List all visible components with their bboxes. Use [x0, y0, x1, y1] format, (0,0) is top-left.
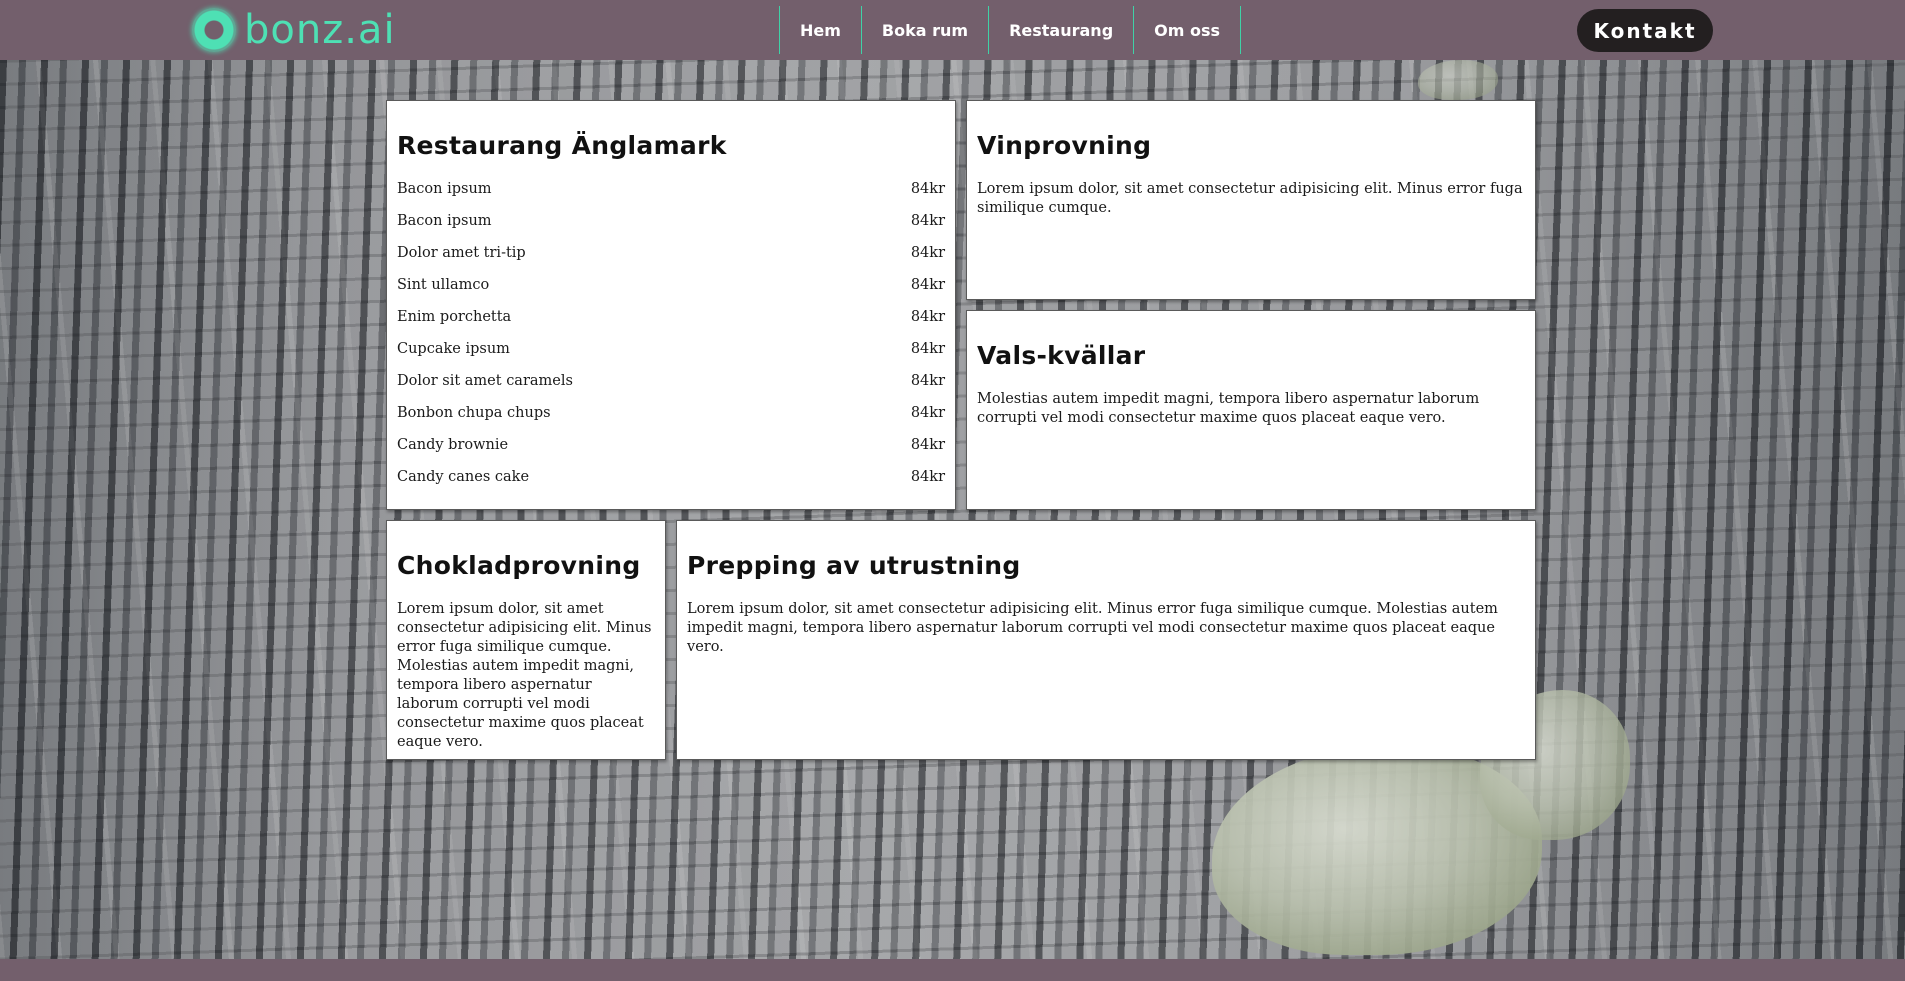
- menu-item-price: 84kr: [910, 213, 945, 229]
- nav-item-boka-rum[interactable]: Boka rum: [862, 6, 990, 54]
- nav-item-hem[interactable]: Hem: [780, 6, 862, 54]
- menu-item-price: 84kr: [910, 437, 945, 453]
- menu-item-name: Bonbon chupa chups: [397, 405, 551, 421]
- vals-text: Molestias autem impedit magni, tempora l…: [977, 391, 1480, 426]
- menu-item-name: Dolor sit amet caramels: [397, 373, 573, 389]
- menu-item: Dolor sit amet caramels 84kr: [397, 365, 945, 397]
- menu-item-name: Cupcake ipsum: [397, 341, 510, 357]
- logo[interactable]: bonz.ai: [192, 6, 396, 54]
- choklad-card: Chokladprovning Lorem ipsum dolor, sit a…: [386, 520, 666, 760]
- menu-item: Candy brownie 84kr: [397, 429, 945, 461]
- menu-item-name: Candy canes cake: [397, 469, 530, 485]
- menu-item: Bonbon chupa chups 84kr: [397, 397, 945, 429]
- menu-item-name: Bacon ipsum: [397, 213, 492, 229]
- menu-item-name: Bacon ipsum: [397, 181, 492, 197]
- logo-ring-icon: [192, 8, 236, 52]
- menu-item: Bacon ipsum 84kr: [397, 173, 945, 205]
- menu-list: Bacon ipsum 84kr Bacon ipsum 84kr Dolor am…: [397, 173, 945, 493]
- vinprovning-card: Vinprovning Lorem ipsum dolor, sit amet …: [966, 100, 1536, 300]
- nav-item-restaurang[interactable]: Restaurang: [989, 6, 1135, 54]
- nav-item-om-oss[interactable]: Om oss: [1134, 6, 1242, 54]
- menu-item-price: 84kr: [910, 245, 945, 261]
- vals-title: Vals-kvällar: [977, 341, 1146, 370]
- menu-item: Dolor amet tri-tip 84kr: [397, 237, 945, 269]
- menu-item-name: Enim porchetta: [397, 309, 512, 325]
- ivy-leaf-top: [1418, 60, 1498, 100]
- site-header: bonz.ai Hem Boka rum Restaurang Om oss K…: [0, 0, 1905, 60]
- main-nav: Hem Boka rum Restaurang Om oss: [779, 6, 1242, 54]
- contact-button[interactable]: Kontakt: [1577, 9, 1713, 52]
- vals-card: Vals-kvällar Molestias autem impedit mag…: [966, 310, 1536, 510]
- vinprovning-title: Vinprovning: [977, 131, 1152, 160]
- menu-item-price: 84kr: [910, 469, 945, 485]
- menu-item-name: Sint ullamco: [397, 277, 490, 293]
- prepping-title: Prepping av utrustning: [687, 551, 1021, 580]
- menu-item-name: Candy brownie: [397, 437, 509, 453]
- menu-item: Sint ullamco 84kr: [397, 269, 945, 301]
- menu-item-price: 84kr: [910, 309, 945, 325]
- restaurant-title: Restaurang Änglamark: [397, 131, 727, 160]
- prepping-card: Prepping av utrustning Lorem ipsum dolor…: [676, 520, 1536, 760]
- menu-item-price: 84kr: [910, 405, 945, 421]
- menu-item-price: 84kr: [910, 373, 945, 389]
- menu-item: Candy canes cake 84kr: [397, 461, 945, 493]
- site-footer: [0, 959, 1905, 981]
- menu-item: Bacon ipsum 84kr: [397, 205, 945, 237]
- menu-item-price: 84kr: [910, 277, 945, 293]
- restaurant-menu-card: Restaurang Änglamark Bacon ipsum 84kr Bac…: [386, 100, 956, 510]
- menu-item: Cupcake ipsum 84kr: [397, 333, 945, 365]
- prepping-text: Lorem ipsum dolor, sit amet consectetur …: [687, 601, 1498, 655]
- menu-item: Enim porchetta 84kr: [397, 301, 945, 333]
- choklad-text: Lorem ipsum dolor, sit amet consectetur …: [397, 601, 652, 750]
- logo-text: bonz.ai: [244, 7, 396, 53]
- menu-item-price: 84kr: [910, 181, 945, 197]
- vinprovning-text: Lorem ipsum dolor, sit amet consectetur …: [977, 181, 1523, 216]
- menu-item-name: Dolor amet tri-tip: [397, 245, 526, 261]
- menu-item-price: 84kr: [910, 341, 945, 357]
- choklad-title: Chokladprovning: [397, 551, 641, 580]
